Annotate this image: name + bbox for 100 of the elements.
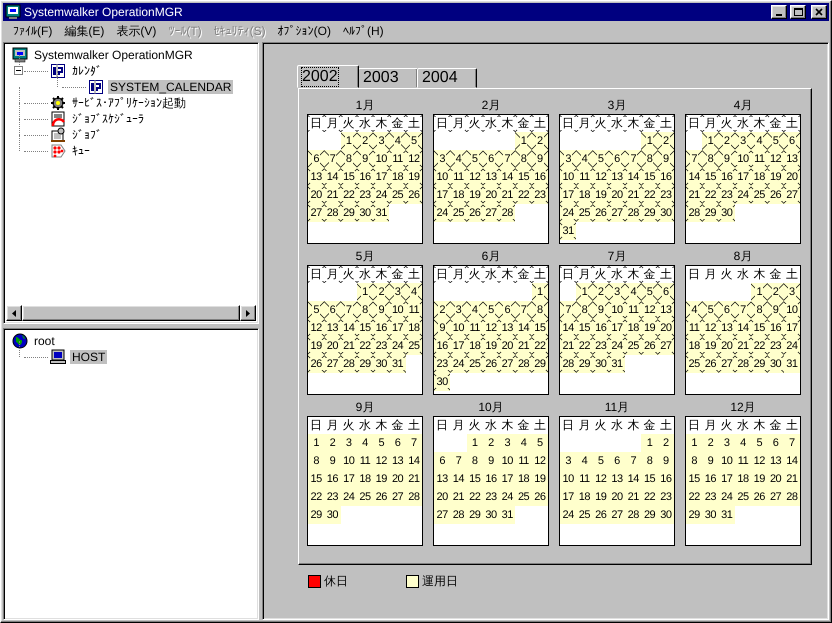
calendar-day[interactable]: 13: [658, 301, 674, 319]
calendar-day[interactable]: 14: [515, 319, 532, 337]
calendar-day[interactable]: 8: [466, 452, 483, 470]
tree-item[interactable]: ｼﾞｮﾌﾞｽｹｼﾞｭｰﾗ: [70, 112, 146, 126]
calendar-day[interactable]: 22: [641, 186, 658, 204]
calendar-day[interactable]: 21: [560, 337, 576, 355]
calendar-day[interactable]: 6: [718, 301, 735, 319]
calendar-day[interactable]: 31: [373, 204, 390, 222]
maximize-button[interactable]: [790, 5, 806, 19]
calendar-day[interactable]: 26: [641, 337, 658, 355]
calendar-day[interactable]: 16: [324, 470, 341, 488]
calendar-day[interactable]: 7: [515, 301, 532, 319]
calendar-day[interactable]: 13: [608, 470, 626, 488]
calendar-day[interactable]: 23: [658, 186, 674, 204]
calendar-day[interactable]: 11: [450, 168, 467, 186]
calendar-day[interactable]: 3: [734, 132, 752, 150]
calendar-day[interactable]: 25: [356, 488, 374, 506]
calendar-day[interactable]: 4: [450, 150, 467, 168]
calendar-day[interactable]: 29: [576, 355, 593, 373]
calendar-day[interactable]: 16: [718, 168, 735, 186]
menu-item[interactable]: ﾍﾙﾌﾟ(H): [336, 24, 390, 38]
calendar-day[interactable]: 22: [308, 488, 324, 506]
calendar-day[interactable]: 24: [450, 355, 467, 373]
calendar-day[interactable]: 14: [499, 168, 516, 186]
menu-item[interactable]: 表示(V): [110, 22, 162, 40]
calendar-day[interactable]: 7: [784, 434, 800, 452]
calendar-day[interactable]: 12: [641, 301, 658, 319]
calendar-day[interactable]: 27: [499, 355, 516, 373]
calendar-day[interactable]: 11: [389, 150, 406, 168]
calendar-day[interactable]: 14: [784, 452, 800, 470]
calendar-day[interactable]: 23: [767, 337, 784, 355]
tree-item[interactable]: ｷｭｰ: [70, 144, 92, 158]
calendar-day[interactable]: 14: [625, 470, 642, 488]
collapse-toggle[interactable]: [14, 66, 23, 75]
calendar-day[interactable]: 15: [686, 470, 702, 488]
calendar-day[interactable]: 2: [373, 283, 390, 301]
calendar-day[interactable]: 5: [373, 434, 390, 452]
calendar-day[interactable]: 1: [308, 434, 324, 452]
calendar-day[interactable]: 30: [658, 506, 674, 524]
calendar-day[interactable]: 21: [406, 470, 422, 488]
calendar-day[interactable]: 17: [734, 168, 752, 186]
calendar-day[interactable]: 24: [718, 488, 735, 506]
calendar-day[interactable]: 21: [515, 337, 532, 355]
calendar-day[interactable]: 10: [434, 168, 450, 186]
calendar-day[interactable]: 19: [767, 168, 784, 186]
tree-item[interactable]: ｼﾞｮﾌﾞ: [70, 128, 104, 142]
calendar-day[interactable]: 20: [499, 337, 516, 355]
calendar-day[interactable]: 30: [434, 373, 450, 391]
calendar-day[interactable]: 2: [356, 132, 374, 150]
calendar-day[interactable]: 12: [532, 452, 548, 470]
calendar-day[interactable]: 16: [356, 168, 374, 186]
calendar-day[interactable]: 18: [686, 337, 702, 355]
calendar-day[interactable]: 4: [389, 132, 406, 150]
calendar-day[interactable]: 3: [450, 301, 467, 319]
calendar-day[interactable]: 29: [356, 355, 374, 373]
calendar-day[interactable]: 23: [356, 186, 374, 204]
calendar-day[interactable]: 19: [641, 319, 658, 337]
calendar-day[interactable]: 17: [434, 186, 450, 204]
calendar-day[interactable]: 26: [702, 355, 719, 373]
calendar-day[interactable]: 26: [751, 488, 768, 506]
calendar-day[interactable]: 4: [625, 283, 642, 301]
calendar-day[interactable]: 19: [406, 168, 422, 186]
calendar-day[interactable]: 18: [450, 186, 467, 204]
calendar-day[interactable]: 27: [308, 204, 324, 222]
calendar-day[interactable]: 3: [608, 283, 626, 301]
calendar-day[interactable]: 29: [702, 204, 719, 222]
calendar-day[interactable]: 7: [406, 434, 422, 452]
calendar-day[interactable]: 26: [373, 488, 390, 506]
calendar-day[interactable]: 30: [702, 506, 719, 524]
calendar-day[interactable]: 8: [356, 301, 374, 319]
calendar-day[interactable]: 23: [592, 337, 609, 355]
calendar-day[interactable]: 26: [767, 186, 784, 204]
calendar-day[interactable]: 14: [686, 168, 702, 186]
calendar-day[interactable]: 17: [450, 337, 467, 355]
calendar-day[interactable]: 24: [434, 204, 450, 222]
calendar-day[interactable]: 25: [576, 506, 593, 524]
calendar-day[interactable]: 11: [576, 470, 593, 488]
calendar-day[interactable]: 9: [324, 452, 341, 470]
calendar-day[interactable]: 27: [324, 355, 341, 373]
calendar-day[interactable]: 12: [373, 452, 390, 470]
calendar-day[interactable]: 30: [373, 355, 390, 373]
calendar-day[interactable]: 12: [406, 150, 422, 168]
calendar-day[interactable]: 3: [499, 434, 516, 452]
calendar-day[interactable]: 31: [560, 222, 576, 240]
calendar-day[interactable]: 21: [784, 470, 800, 488]
calendar-day[interactable]: 14: [324, 168, 341, 186]
calendar-day[interactable]: 15: [751, 319, 768, 337]
calendar-day[interactable]: 22: [356, 337, 374, 355]
calendar-day[interactable]: 17: [373, 168, 390, 186]
calendar-day[interactable]: 30: [482, 506, 500, 524]
calendar-day[interactable]: 28: [560, 355, 576, 373]
calendar-day[interactable]: 29: [466, 506, 483, 524]
calendar-day[interactable]: 4: [466, 301, 483, 319]
calendar-day[interactable]: 31: [608, 355, 626, 373]
calendar-day[interactable]: 20: [718, 337, 735, 355]
calendar-day[interactable]: 28: [784, 488, 800, 506]
calendar-day[interactable]: 16: [373, 319, 390, 337]
calendar-day[interactable]: 25: [515, 488, 532, 506]
calendar-day[interactable]: 28: [686, 204, 702, 222]
calendar-day[interactable]: 12: [751, 452, 768, 470]
